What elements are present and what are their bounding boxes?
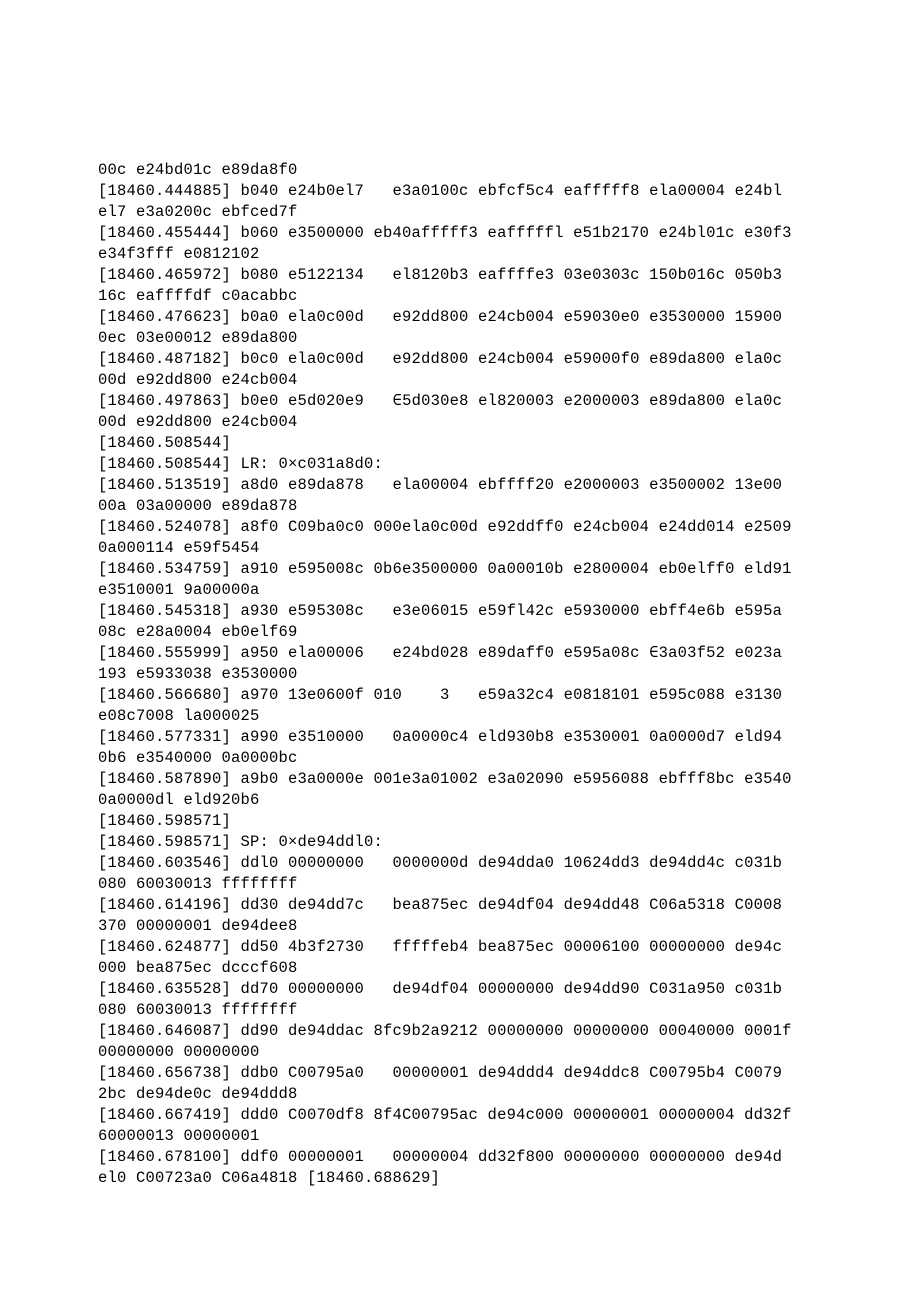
log-line: [18460.545318] a930 e595308c e3e06015 e5…	[98, 601, 880, 622]
log-line: 000 bea875ec dcccf608	[98, 958, 880, 979]
log-line: [18460.513519] a8d0 e89da878 ela00004 eb…	[98, 475, 880, 496]
log-line: 00000000 00000000	[98, 1042, 880, 1063]
log-line: 00d e92dd800 e24cb004	[98, 370, 880, 391]
log-line: e3510001 9a00000a	[98, 580, 880, 601]
log-line: [18460.524078] a8f0 C09ba0c0 000ela0c00d…	[98, 517, 880, 538]
log-line: 080 60030013 ffffffff	[98, 1000, 880, 1021]
log-line: 00d e92dd800 e24cb004	[98, 412, 880, 433]
log-line: 00c e24bd01c e89da8f0	[98, 160, 880, 181]
log-line: [18460.465972] b080 e5122134 el8120b3 ea…	[98, 265, 880, 286]
log-line: [18460.598571] SP: 0×de94ddl0:	[98, 832, 880, 853]
log-line: [18460.603546] ddl0 00000000 0000000d de…	[98, 853, 880, 874]
log-line: [18460.646087] dd90 de94ddac 8fc9b2a9212…	[98, 1021, 880, 1042]
log-line: [18460.667419] ddd0 C0070df8 8f4C00795ac…	[98, 1105, 880, 1126]
log-line: 60000013 00000001	[98, 1126, 880, 1147]
log-line: [18460.508544]	[98, 433, 880, 454]
log-line: [18460.497863] b0e0 e5d020e9 ∈5d030e8 el…	[98, 391, 880, 412]
log-line: e34f3fff e0812102	[98, 244, 880, 265]
log-line: 370 00000001 de94dee8	[98, 916, 880, 937]
log-line: [18460.476623] b0a0 ela0c00d e92dd800 e2…	[98, 307, 880, 328]
log-line: [18460.587890] a9b0 e3a0000e 001e3a01002…	[98, 769, 880, 790]
log-line: [18460.678100] ddf0 00000001 00000004 dd…	[98, 1147, 880, 1168]
log-line: el0 C00723a0 C06a4818 [18460.688629]	[98, 1168, 880, 1189]
log-line: [18460.534759] a910 e595008c 0b6e3500000…	[98, 559, 880, 580]
log-line: [18460.577331] a990 e3510000 0a0000c4 el…	[98, 727, 880, 748]
log-line: 0b6 e3540000 0a0000bc	[98, 748, 880, 769]
log-line: [18460.487182] b0c0 ela0c00d e92dd800 e2…	[98, 349, 880, 370]
kernel-log-dump: 00c e24bd01c e89da8f0[18460.444885] b040…	[98, 160, 880, 1189]
log-line: 080 60030013 ffffffff	[98, 874, 880, 895]
log-line: e08c7008 la000025	[98, 706, 880, 727]
log-line: 08c e28a0004 eb0elf69	[98, 622, 880, 643]
log-line: 2bc de94de0c de94ddd8	[98, 1084, 880, 1105]
log-line: [18460.508544] LR: 0×c031a8d0:	[98, 454, 880, 475]
log-line: el7 e3a0200c ebfced7f	[98, 202, 880, 223]
log-line: [18460.624877] dd50 4b3f2730 fffffeb4 be…	[98, 937, 880, 958]
log-line: [18460.444885] b040 e24b0el7 e3a0100c eb…	[98, 181, 880, 202]
log-line: 193 e5933038 e3530000	[98, 664, 880, 685]
log-line: [18460.598571]	[98, 811, 880, 832]
log-line: 0ec 03e00012 e89da800	[98, 328, 880, 349]
log-line: [18460.614196] dd30 de94dd7c bea875ec de…	[98, 895, 880, 916]
log-line: 00a 03a00000 e89da878	[98, 496, 880, 517]
log-line: 0a0000dl eld920b6	[98, 790, 880, 811]
log-line: [18460.635528] dd70 00000000 de94df04 00…	[98, 979, 880, 1000]
log-line: [18460.455444] b060 e3500000 eb40afffff3…	[98, 223, 880, 244]
log-line: 16c eaffffdf c0acabbc	[98, 286, 880, 307]
log-line: [18460.555999] a950 ela00006 e24bd028 e8…	[98, 643, 880, 664]
log-line: [18460.656738] ddb0 C00795a0 00000001 de…	[98, 1063, 880, 1084]
log-line: [18460.566680] a970 13e0600f 010 3 e59a3…	[98, 685, 880, 706]
log-line: 0a000114 e59f5454	[98, 538, 880, 559]
